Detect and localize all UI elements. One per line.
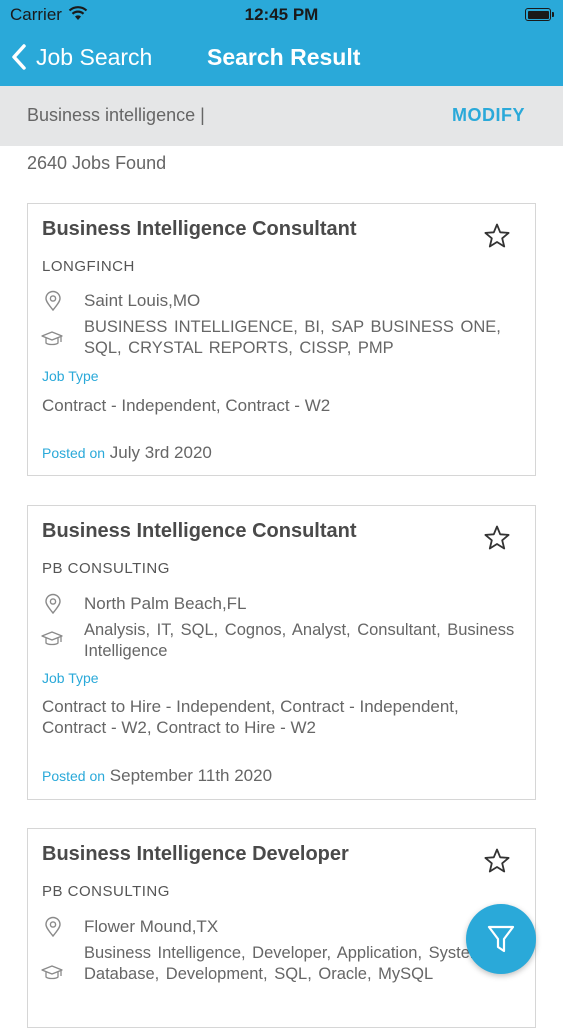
job-title[interactable]: Business Intelligence Developer (42, 843, 349, 866)
job-type-label: Job Type (42, 368, 99, 384)
job-skills: Business Intelligence, Developer, Applic… (84, 944, 489, 983)
modify-button[interactable]: MODIFY (452, 105, 525, 126)
company-name: PB CONSULTING (42, 883, 170, 900)
page-title: Search Result (207, 44, 361, 70)
job-location: Saint Louis,MO (84, 291, 201, 310)
posted-info: Posted on July 3rd 2020 (42, 443, 212, 463)
map-pin-icon (45, 916, 61, 938)
search-query-text[interactable]: Business intelligence | (27, 105, 205, 126)
graduation-cap-icon (41, 965, 63, 980)
job-skills: Analysis, IT, SQL, Cognos, Analyst, Cons… (84, 621, 515, 660)
posted-info: Posted on September 11th 2020 (42, 766, 272, 786)
job-card[interactable]: Business Intelligence Developer PB CONSU… (27, 828, 536, 1028)
job-type-value: Contract - Independent, Contract - W2 (42, 396, 331, 415)
posted-date: July 3rd 2020 (109, 443, 212, 462)
star-outline-icon[interactable] (483, 524, 511, 552)
filter-icon (487, 925, 515, 953)
clock-time: 12:45 PM (244, 5, 319, 24)
map-pin-icon (45, 593, 61, 615)
job-title[interactable]: Business Intelligence Consultant (42, 218, 357, 241)
star-outline-icon[interactable] (483, 222, 511, 250)
posted-date: September 11th 2020 (109, 766, 273, 785)
back-button[interactable]: Job Search (10, 41, 152, 73)
graduation-cap-icon (41, 631, 63, 646)
graduation-cap-icon (41, 331, 63, 346)
job-location: North Palm Beach,FL (84, 594, 247, 613)
job-type-label: Job Type (42, 670, 99, 686)
job-card[interactable]: Business Intelligence Consultant LONGFIN… (27, 203, 536, 476)
job-location: Flower Mound,TX (84, 917, 219, 936)
back-button-label: Job Search (36, 43, 153, 70)
star-outline-icon[interactable] (483, 847, 511, 875)
status-bar: Carrier 12:45 PM (0, 0, 563, 30)
battery-icon (525, 8, 554, 21)
navigation-bar: Job Search Search Result (0, 30, 563, 86)
results-count: 2640 Jobs Found (27, 153, 167, 173)
job-card[interactable]: Business Intelligence Consultant PB CONS… (27, 505, 536, 800)
job-type-value: Contract to Hire - Independent, Contract… (42, 697, 459, 737)
chevron-left-icon (12, 44, 26, 70)
filter-button[interactable] (466, 904, 536, 974)
company-name: LONGFINCH (42, 258, 135, 275)
job-skills: BUSINESS INTELLIGENCE, BI, SAP BUSINESS … (84, 318, 501, 357)
job-title[interactable]: Business Intelligence Consultant (42, 520, 357, 543)
company-name: PB CONSULTING (42, 560, 170, 577)
map-pin-icon (45, 290, 61, 312)
search-summary-bar: Business intelligence | MODIFY (0, 86, 563, 146)
posted-label: Posted on (42, 445, 106, 461)
posted-label: Posted on (42, 768, 106, 784)
